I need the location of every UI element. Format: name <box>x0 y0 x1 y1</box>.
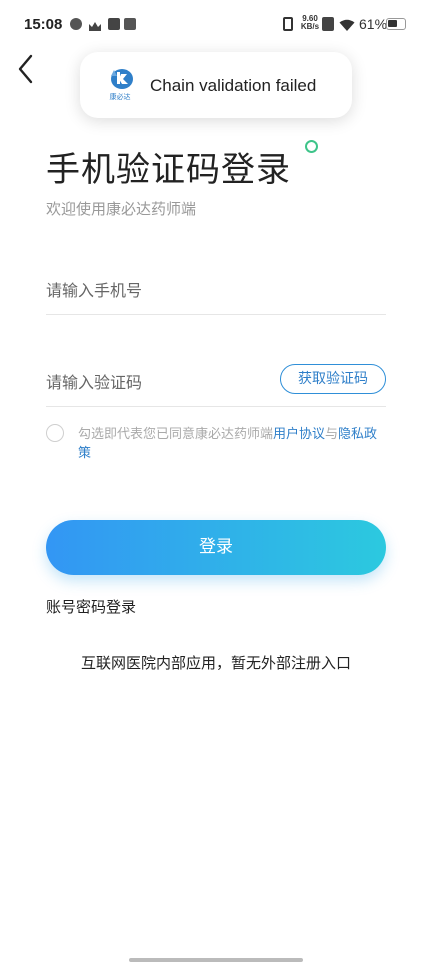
gamepad-icon <box>124 18 136 30</box>
agreement-prefix: 勾选即代表您已同意康必达药师端 <box>78 427 274 442</box>
page-title: 手机验证码登录 <box>46 150 291 190</box>
chevron-left-icon <box>18 54 33 84</box>
agreement-conjunction: 与 <box>325 427 339 442</box>
status-time: 15:08 <box>24 16 63 33</box>
phone-field <box>46 264 386 315</box>
wifi-icon <box>339 17 355 31</box>
status-dot-icon <box>305 140 318 153</box>
user-agreement-link[interactable]: 用户协议 <box>273 427 325 442</box>
status-bar: 15:08 9.60 KB/s 61% <box>0 0 432 50</box>
network-speed-unit: KB/s <box>300 22 320 31</box>
login-screen: 15:08 9.60 KB/s 61% 康必达 Chain validation… <box>0 0 432 964</box>
agreement-text: 勾选即代表您已同意康必达药师端用户协议与隐私政策 <box>78 425 390 463</box>
verification-code-input[interactable] <box>46 368 276 396</box>
battery-level <box>388 20 397 27</box>
home-indicator[interactable] <box>129 958 303 962</box>
app-logo-icon: 康必达 <box>110 69 133 101</box>
battery-percent: 61% <box>359 16 388 32</box>
battery-icon <box>386 18 406 30</box>
password-login-link[interactable]: 账号密码登录 <box>46 596 136 617</box>
check-circle-icon <box>70 18 82 30</box>
no-sim-icon <box>322 17 334 31</box>
video-app-icon <box>108 18 120 30</box>
toast-notification: 康必达 Chain validation failed <box>80 52 352 118</box>
agreement-checkbox[interactable] <box>46 424 64 442</box>
verification-code-field: 获取验证码 <box>46 356 386 407</box>
get-code-button[interactable]: 获取验证码 <box>280 364 386 394</box>
page-subtitle: 欢迎使用康必达药师端 <box>46 200 197 218</box>
vibrate-icon <box>283 17 293 31</box>
login-button[interactable]: 登录 <box>46 520 386 575</box>
crown-icon <box>88 18 102 31</box>
phone-input[interactable] <box>46 276 276 304</box>
app-logo-text: 康必达 <box>110 92 131 101</box>
network-speed: 9.60 KB/s <box>300 15 320 31</box>
registration-notice: 互联网医院内部应用，暂无外部注册入口 <box>80 654 351 672</box>
toast-message: Chain validation failed <box>150 76 317 95</box>
back-button[interactable] <box>12 52 42 86</box>
